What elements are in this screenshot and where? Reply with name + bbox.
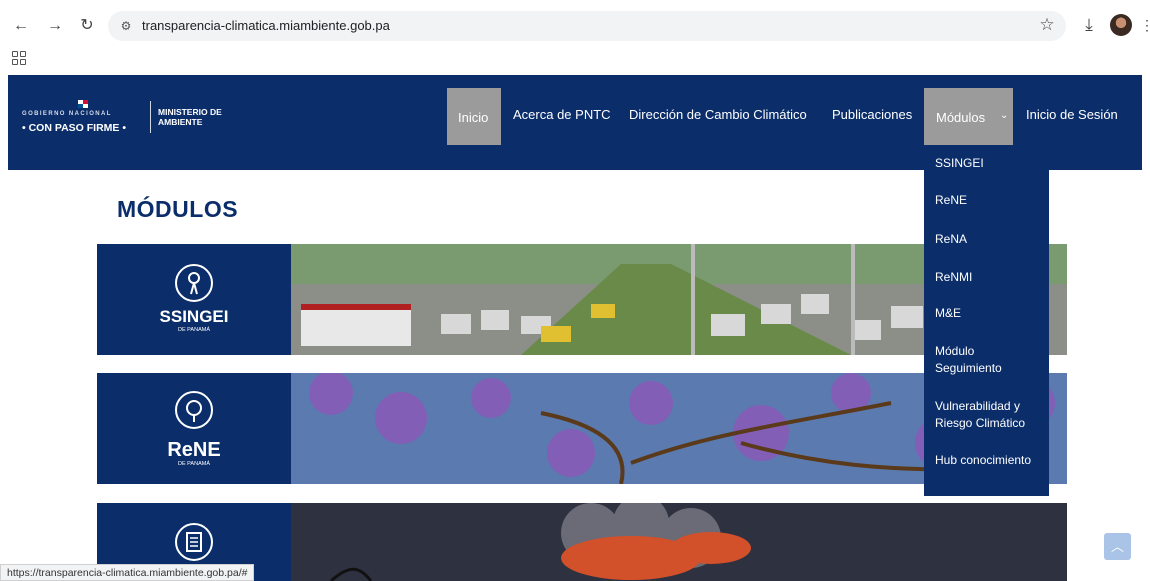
nav-direccion[interactable]: Dirección de Cambio Climático	[629, 100, 807, 130]
dropdown-item-ssingei[interactable]: SSINGEI	[935, 155, 984, 172]
gobierno-logo[interactable]: GOBIERNO NACIONAL • CON PASO FIRME •	[22, 100, 140, 144]
browser-toolbar: ← → ↻ ⚙ transparencia-climatica.miambien…	[0, 0, 1150, 75]
dropdown-item-vulnerabilidad[interactable]: Vulnerabilidad y Riesgo Climático	[935, 398, 1043, 432]
module-card-logo-panel: ReNE DE PANAMÁ	[97, 373, 291, 484]
chevron-down-icon: ⌄	[1000, 110, 1009, 121]
profile-avatar[interactable]	[1110, 14, 1132, 36]
ministry-name: MINISTERIO DE AMBIENTE	[158, 107, 222, 127]
ministry-logo-text[interactable]: MINISTERIO DE AMBIENTE	[158, 107, 238, 127]
rene-icon	[175, 391, 213, 429]
back-to-top-button[interactable]: ︿	[1104, 533, 1131, 560]
reload-icon[interactable]: ↻	[76, 15, 98, 37]
nav-inicio[interactable]: Inicio	[447, 88, 501, 145]
dropdown-item-hub-conocimiento[interactable]: Hub conocimiento	[935, 452, 1035, 469]
ssingei-icon	[175, 264, 213, 302]
dropdown-item-renmi[interactable]: ReNMI	[935, 269, 972, 286]
site-settings-icon[interactable]: ⚙	[118, 18, 134, 34]
module-card-name: ReNE	[167, 439, 221, 461]
nav-inicio-label: Inicio	[458, 110, 489, 125]
modulos-dropdown: SSINGEI ReNE ReNA ReNMI M&E Módulo Segui…	[924, 147, 1049, 496]
module-card-sub: DE PANAMÁ	[178, 327, 210, 333]
chevron-up-icon: ︿	[1110, 539, 1124, 554]
logo-text-paso-firme: • CON PASO FIRME •	[22, 122, 126, 134]
logo-text-gobierno: GOBIERNO NACIONAL	[22, 111, 112, 117]
nav-acerca[interactable]: Acerca de PNTC	[513, 100, 611, 130]
dropdown-item-me[interactable]: M&E	[935, 305, 961, 322]
nav-login[interactable]: Inicio de Sesión	[1026, 100, 1118, 130]
more-menu-icon[interactable]: ⋮	[1140, 14, 1150, 36]
dropdown-item-rene[interactable]: ReNE	[935, 192, 967, 209]
module-card-ssingei[interactable]: SSINGEI DE PANAMÁ	[97, 244, 1067, 355]
volcano-photo	[291, 503, 1067, 581]
nav-publicaciones[interactable]: Publicaciones	[832, 100, 912, 130]
page-title: MÓDULOS	[117, 196, 239, 222]
bookmark-star-icon[interactable]: ☆	[1036, 14, 1058, 36]
module-card-sub: DE PANAMÁ	[178, 461, 210, 467]
url-text: transparencia-climatica.miambiente.gob.p…	[142, 18, 390, 33]
dropdown-item-rena[interactable]: ReNA	[935, 231, 967, 248]
nav-modulos[interactable]: Módulos ⌄	[924, 88, 1013, 145]
module-card-name: SSINGEI	[159, 307, 229, 326]
apps-grid-icon[interactable]	[12, 51, 26, 65]
back-arrow-icon[interactable]: ←	[10, 15, 32, 37]
module-card-logo-panel: SSINGEI DE PANAMÁ	[97, 244, 291, 355]
dropdown-item-modulo-seguimiento[interactable]: Módulo Seguimiento	[935, 343, 1035, 377]
panama-flag-icon	[78, 100, 88, 108]
download-icon[interactable]: ⤓	[1078, 14, 1100, 36]
address-bar[interactable]: ⚙ transparencia-climatica.miambiente.gob…	[108, 11, 1066, 41]
forward-arrow-icon[interactable]: →	[44, 15, 66, 37]
logo-divider	[150, 101, 151, 133]
status-bar-url: https://transparencia-climatica.miambien…	[0, 564, 255, 581]
nav-modulos-label: Módulos	[936, 110, 986, 125]
module-card-rene[interactable]: ReNE DE PANAMÁ	[97, 373, 1067, 484]
document-icon	[175, 523, 213, 561]
